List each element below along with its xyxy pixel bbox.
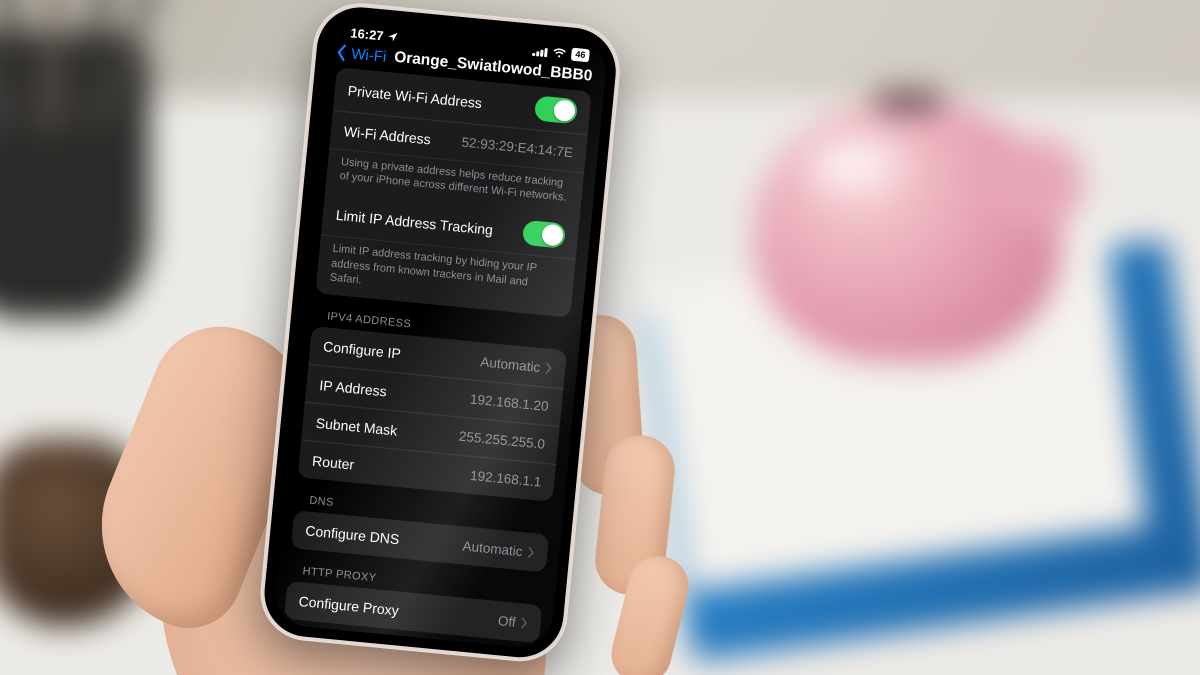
ipv4-group: Configure IP Automatic IP Address 192.16… <box>298 326 567 502</box>
configure-ip-label: Configure IP <box>322 338 401 361</box>
router-label: Router <box>312 452 355 472</box>
cellular-signal-icon <box>533 45 548 56</box>
chevron-right-icon <box>545 362 553 374</box>
back-chevron-icon[interactable] <box>334 43 350 62</box>
ip-address-value: 192.168.1.20 <box>469 392 549 414</box>
private-wifi-address-label: Private Wi-Fi Address <box>347 82 483 111</box>
configure-proxy-label: Configure Proxy <box>298 593 399 619</box>
location-icon <box>387 31 399 43</box>
wifi-address-value: 52:93:29:E4:14:7E <box>461 135 574 161</box>
limit-ip-tracking-label: Limit IP Address Tracking <box>335 206 494 237</box>
back-button[interactable]: Wi-Fi <box>351 45 387 65</box>
router-value: 192.168.1.1 <box>469 468 541 490</box>
subnet-mask-label: Subnet Mask <box>315 415 398 439</box>
configure-proxy-value: Off <box>497 613 516 630</box>
private-wifi-address-toggle[interactable] <box>534 95 578 124</box>
chevron-right-icon <box>527 546 535 558</box>
configure-dns-value: Automatic <box>462 538 523 559</box>
wifi-address-label: Wi-Fi Address <box>343 123 431 147</box>
battery-indicator: 46 <box>571 48 590 63</box>
privacy-group: Private Wi-Fi Address Wi-Fi Address 52:9… <box>315 67 592 318</box>
status-time: 16:27 <box>350 25 385 43</box>
subnet-mask-value: 255.255.255.0 <box>458 429 545 452</box>
iphone-device: 16:27 46 <box>256 0 624 666</box>
limit-ip-tracking-toggle[interactable] <box>522 220 566 249</box>
screen: 16:27 46 <box>271 14 608 650</box>
wifi-icon <box>552 47 567 59</box>
ip-address-label: IP Address <box>319 377 388 399</box>
chevron-right-icon <box>520 617 528 629</box>
configure-dns-label: Configure DNS <box>305 523 400 548</box>
configure-ip-value: Automatic <box>480 354 541 375</box>
